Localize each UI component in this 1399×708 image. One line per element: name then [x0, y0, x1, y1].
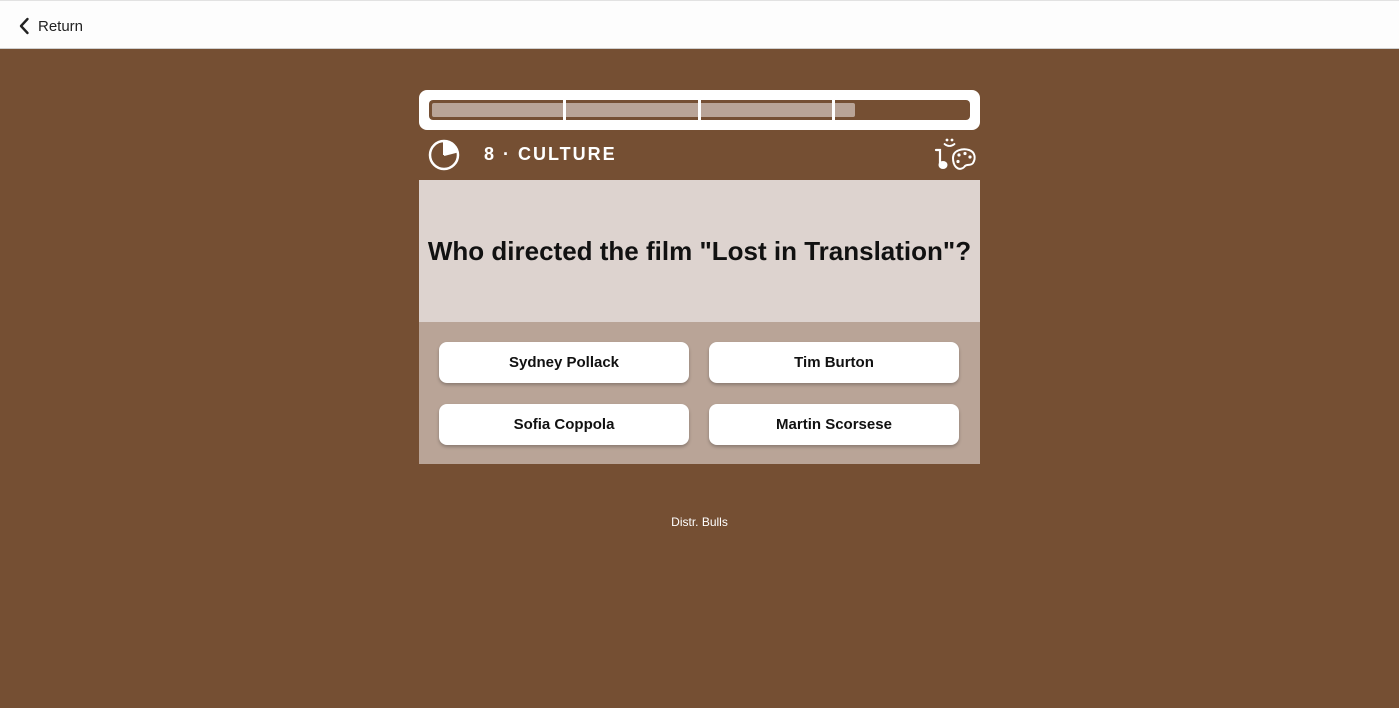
answer-button[interactable]: Sydney Pollack: [439, 342, 689, 383]
progress-tick: [832, 100, 835, 120]
answer-button[interactable]: Tim Burton: [709, 342, 959, 383]
progress-fill: [432, 103, 855, 117]
return-label: Return: [38, 17, 84, 35]
progress-tick: [698, 100, 701, 120]
question-text: Who directed the film "Lost in Translati…: [427, 235, 972, 266]
answer-button[interactable]: Sofia Coppola: [439, 404, 689, 445]
timer-pie-icon: [428, 139, 460, 171]
category-label: 8 · CULTURE: [484, 144, 617, 164]
chevron-left-icon: [19, 17, 29, 35]
question-panel: Who directed the film "Lost in Translati…: [419, 180, 980, 322]
answers-panel: Sydney Pollack Tim Burton Sofia Coppola …: [419, 322, 980, 464]
top-bar: Return: [0, 0, 1399, 49]
answer-button[interactable]: Martin Scorsese: [709, 404, 959, 445]
progress-bar: [429, 100, 970, 120]
pipe-palette-icon: [934, 138, 976, 170]
question-meta: 8 · CULTURE: [419, 130, 980, 180]
quiz-card: 8 · CULTURE Who directed the film "Lost …: [419, 90, 980, 464]
progress-frame: [419, 90, 980, 130]
progress-tick: [563, 100, 566, 120]
return-button[interactable]: Return: [18, 13, 83, 39]
credit-text: Distr. Bulls: [671, 515, 728, 529]
